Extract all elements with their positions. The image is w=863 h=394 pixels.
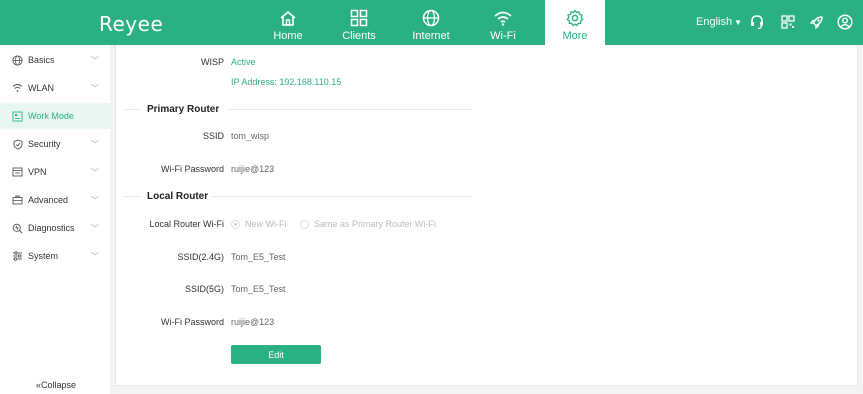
section-divider — [227, 109, 472, 110]
qr-code-icon[interactable] — [780, 14, 796, 30]
language-selector[interactable]: English ▼ — [696, 16, 742, 28]
primary-password-label: Wi-Fi Password — [160, 164, 224, 174]
globe-icon — [12, 54, 23, 66]
work-mode-panel — [115, 45, 858, 386]
chevron-down-icon: ﹀ — [91, 55, 99, 65]
briefcase-icon — [12, 195, 23, 206]
user-account-icon[interactable] — [837, 14, 853, 30]
radio-label: New Wi-Fi — [245, 219, 287, 229]
sidebar-item-wlan[interactable]: WLAN ﹀ — [0, 75, 110, 101]
top-navigation-bar: Reyee Home Clients Internet Wi-Fi More E… — [0, 0, 863, 45]
sidebar-item-system[interactable]: System ﹀ — [0, 243, 110, 269]
reyee-logo[interactable]: Reyee — [99, 12, 163, 36]
sidebar-item-label: Security — [28, 139, 61, 149]
section-divider — [212, 196, 472, 197]
clients-grid-icon — [348, 8, 370, 28]
nav-more[interactable]: More — [545, 0, 605, 45]
sidebar-item-label: System — [28, 251, 59, 261]
rocket-icon[interactable] — [808, 14, 824, 30]
nav-clients[interactable]: Clients — [329, 0, 389, 45]
nav-internet-label: Internet — [412, 30, 450, 42]
sidebar-item-label: Advanced — [28, 195, 69, 205]
sidebar-item-label: Basics — [28, 55, 55, 65]
headset-icon[interactable] — [749, 14, 765, 30]
sidebar-item-label: WLAN — [28, 83, 55, 93]
radio-same-as-primary[interactable]: Same as Primary Router Wi-Fi — [300, 219, 436, 229]
language-label: English — [696, 16, 733, 28]
radio-label: Same as Primary Router Wi-Fi — [314, 219, 437, 229]
nav-wifi[interactable]: Wi-Fi — [473, 0, 533, 45]
sidebar-item-security[interactable]: Security ﹀ — [0, 131, 110, 157]
chevron-down-icon: ﹀ — [91, 195, 99, 205]
wifi-icon — [12, 83, 23, 94]
nav-wifi-label: Wi-Fi — [490, 30, 516, 42]
chevron-down-icon: ﹀ — [91, 251, 99, 261]
chevron-down-icon: ﹀ — [91, 167, 99, 177]
vpn-icon — [12, 167, 23, 178]
section-divider — [124, 196, 141, 197]
globe-icon — [420, 8, 442, 28]
sidebar-item-vpn[interactable]: VPN ﹀ — [0, 159, 110, 185]
shield-icon — [12, 139, 23, 150]
sidebar-item-advanced[interactable]: Advanced ﹀ — [0, 187, 110, 213]
wisp-label: WISP — [200, 57, 224, 67]
chevron-down-icon: ﹀ — [91, 83, 99, 93]
wifi-icon — [492, 8, 514, 28]
primary-router-heading: Primary Router — [147, 104, 220, 115]
sidebar-item-label: Diagnostics — [28, 223, 75, 233]
wisp-status: Active — [231, 57, 256, 67]
radio-new-wifi[interactable]: New Wi-Fi — [231, 219, 287, 229]
diagnostics-icon — [12, 223, 23, 234]
edit-button[interactable]: Edit — [231, 345, 321, 364]
local-router-wifi-label: Local Router Wi-Fi — [149, 219, 224, 229]
local-router-heading: Local Router — [147, 191, 209, 202]
collapse-sidebar-button[interactable]: «Collapse — [36, 380, 76, 390]
caret-down-icon: ▼ — [734, 18, 742, 27]
gear-icon — [564, 8, 586, 28]
local-password-value: ruijie@123 — [231, 317, 275, 327]
primary-ssid-label: SSID — [202, 131, 224, 141]
nav-more-label: More — [562, 30, 588, 42]
ssid-24g-value: Tom_E5_Test — [231, 252, 286, 262]
primary-password-value: ruijie@123 — [231, 164, 275, 174]
local-password-label: Wi-Fi Password — [160, 317, 224, 327]
sliders-icon — [12, 251, 23, 262]
nav-home[interactable]: Home — [258, 0, 318, 45]
sidebar-item-label: Work Mode — [28, 111, 74, 121]
radio-circle-selected — [231, 219, 240, 229]
sidebar-item-label: VPN — [28, 167, 47, 177]
wisp-ip-address: IP Address: 192.168.110.15 — [231, 77, 342, 87]
primary-ssid-value: tom_wisp — [231, 131, 270, 141]
work-mode-icon — [12, 111, 23, 122]
sidebar-item-diagnostics[interactable]: Diagnostics ﹀ — [0, 215, 110, 241]
radio-circle — [300, 219, 309, 229]
sidebar-item-basics[interactable]: Basics ﹀ — [0, 47, 110, 73]
nav-clients-label: Clients — [342, 30, 376, 42]
home-icon — [277, 8, 299, 28]
sidebar: Basics ﹀ WLAN ﹀ Work Mode Security ﹀ VPN… — [0, 45, 110, 394]
section-divider — [124, 109, 141, 110]
ssid-24g-label: SSID(2.4G) — [177, 252, 224, 262]
nav-internet[interactable]: Internet — [401, 0, 461, 45]
ssid-5g-label: SSID(5G) — [184, 284, 224, 294]
chevron-down-icon: ﹀ — [91, 223, 99, 233]
ssid-5g-value: Tom_E5_Test — [231, 284, 286, 294]
sidebar-item-work-mode[interactable]: Work Mode — [0, 103, 110, 129]
chevron-down-icon: ﹀ — [91, 139, 99, 149]
nav-home-label: Home — [273, 30, 303, 42]
